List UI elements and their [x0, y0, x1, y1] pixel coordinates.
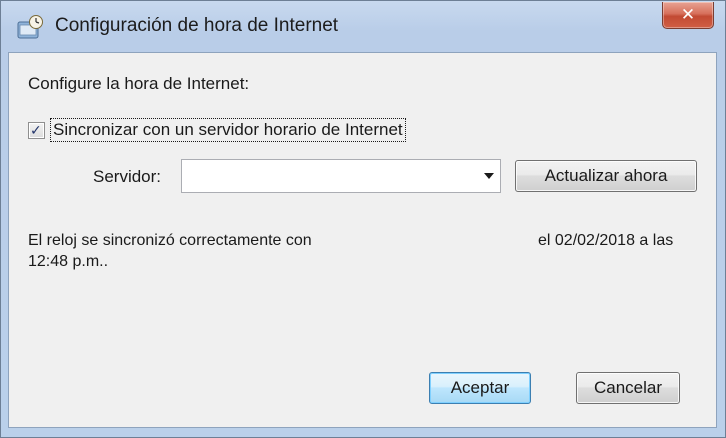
- sync-checkbox-label[interactable]: Sincronizar con un servidor horario de I…: [50, 118, 406, 142]
- clock-globe-icon: [17, 15, 45, 39]
- sync-checkbox[interactable]: ✓: [28, 122, 45, 139]
- title-bar[interactable]: Configuración de hora de Internet ✕: [1, 1, 725, 51]
- cancel-button[interactable]: Cancelar: [576, 372, 680, 404]
- server-label: Servidor:: [93, 167, 162, 186]
- sync-status-time: 12:48 p.m..: [28, 253, 109, 270]
- update-now-button[interactable]: Actualizar ahora: [515, 160, 697, 192]
- sync-status-text: El reloj se sincronizó correctamente con: [28, 232, 312, 249]
- dialog-heading: Configure la hora de Internet:: [28, 74, 250, 93]
- chevron-down-icon[interactable]: [484, 173, 494, 179]
- close-icon: ✕: [680, 5, 696, 24]
- window-title: Configuración de hora de Internet: [55, 15, 339, 36]
- dialog-window: Configuración de hora de Internet ✕ Conf…: [0, 0, 726, 438]
- sync-status-date: el 02/02/2018 a las: [538, 232, 674, 249]
- accept-button[interactable]: Aceptar: [429, 372, 531, 404]
- checkmark-icon: ✓: [30, 122, 42, 138]
- dialog-client-area: Configure la hora de Internet: ✓ Sincron…: [8, 52, 717, 428]
- close-button[interactable]: ✕: [662, 2, 714, 29]
- server-dropdown[interactable]: [181, 159, 501, 193]
